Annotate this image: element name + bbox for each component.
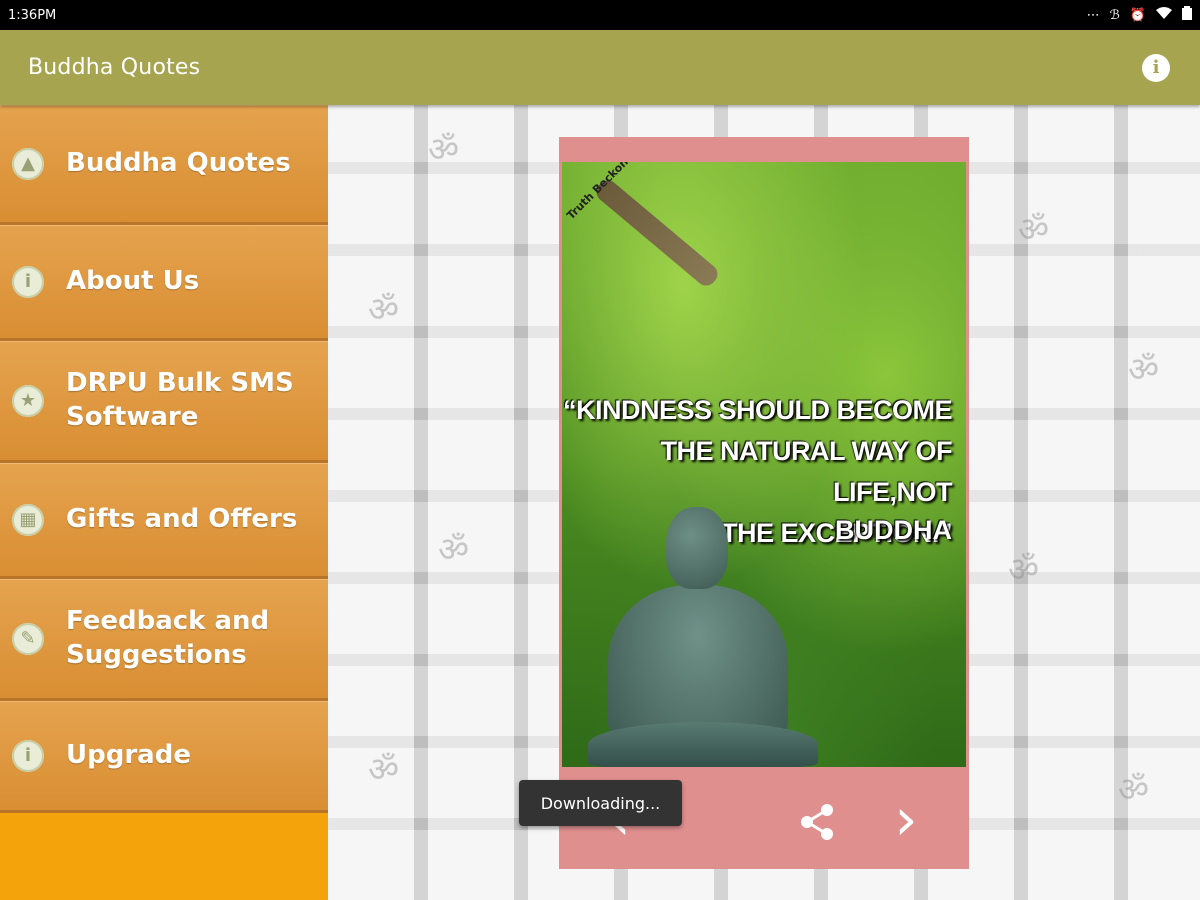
drawer-item-label: Upgrade xyxy=(66,740,191,771)
om-pattern-icon: ॐ xyxy=(1018,210,1050,250)
main-content: ॐ ॐ ॐ ॐ ॐ ॐ ॐ ॐ Truth Beckons “KINDNESS … xyxy=(328,105,1200,900)
tree-branch xyxy=(592,176,722,290)
om-pattern-icon: ॐ xyxy=(1118,770,1150,810)
status-time: 1:36PM xyxy=(8,7,57,23)
drawer-item-drpu-bulk-sms[interactable]: ★ DRPU Bulk SMS Software xyxy=(0,341,328,463)
drawer-item-upgrade[interactable]: i Upgrade xyxy=(0,701,328,813)
notifications-icon: ⋯ xyxy=(1086,7,1100,23)
om-pattern-icon: ॐ xyxy=(438,530,470,570)
navigation-drawer: ▲ Buddha Quotes i About Us ★ DRPU Bulk S… xyxy=(0,105,328,900)
quote-image[interactable]: Truth Beckons “KINDNESS SHOULD BECOME TH… xyxy=(562,162,966,767)
alarm-icon: ⏰ xyxy=(1129,7,1146,23)
om-pattern-icon: ॐ xyxy=(428,130,460,170)
info-icon: i xyxy=(12,266,44,298)
drawer-item-label: Gifts and Offers xyxy=(66,504,298,535)
drawer-item-gifts-offers[interactable]: ▦ Gifts and Offers xyxy=(0,463,328,579)
drawer-item-buddha-quotes[interactable]: ▲ Buddha Quotes xyxy=(0,105,328,225)
drawer-item-about-us[interactable]: i About Us xyxy=(0,225,328,341)
quote-card: Truth Beckons “KINDNESS SHOULD BECOME TH… xyxy=(559,137,969,869)
app-title: Buddha Quotes xyxy=(28,55,201,80)
status-bar: 1:36PM ⋯ ℬ ⏰ xyxy=(0,0,1200,30)
buddha-icon: ▲ xyxy=(12,148,44,180)
om-pattern-icon: ॐ xyxy=(368,290,400,330)
info-icon: i xyxy=(12,740,44,772)
om-pattern-icon: ॐ xyxy=(368,750,400,790)
bluetooth-icon: ℬ xyxy=(1109,7,1120,23)
toast-message: Downloading... xyxy=(519,780,682,826)
drawer-item-label: Feedback and Suggestions xyxy=(66,606,270,670)
om-pattern-icon: ॐ xyxy=(1128,350,1160,390)
drawer-item-label: DRPU Bulk SMS Software xyxy=(66,368,294,432)
battery-icon xyxy=(1182,6,1192,24)
feedback-icon: ✎ xyxy=(12,623,44,655)
star-icon: ★ xyxy=(12,385,44,417)
chevron-right-icon[interactable]: › xyxy=(886,789,926,849)
drawer-item-label: Buddha Quotes xyxy=(66,148,291,179)
statue-base xyxy=(588,722,818,767)
drawer-item-feedback[interactable]: ✎ Feedback and Suggestions xyxy=(0,579,328,701)
statue-head xyxy=(666,507,728,589)
info-icon[interactable]: i xyxy=(1142,53,1170,82)
quote-author: BUDDHA xyxy=(835,515,952,545)
buddha-statue xyxy=(588,507,818,767)
om-pattern-icon: ॐ xyxy=(1008,550,1040,590)
status-icons: ⋯ ℬ ⏰ xyxy=(1087,6,1192,24)
share-icon[interactable] xyxy=(795,800,839,844)
wifi-icon xyxy=(1156,7,1172,23)
app-bar: Buddha Quotes i xyxy=(0,30,1200,105)
gift-icon: ▦ xyxy=(12,504,44,536)
drawer-item-label: About Us xyxy=(66,266,200,297)
